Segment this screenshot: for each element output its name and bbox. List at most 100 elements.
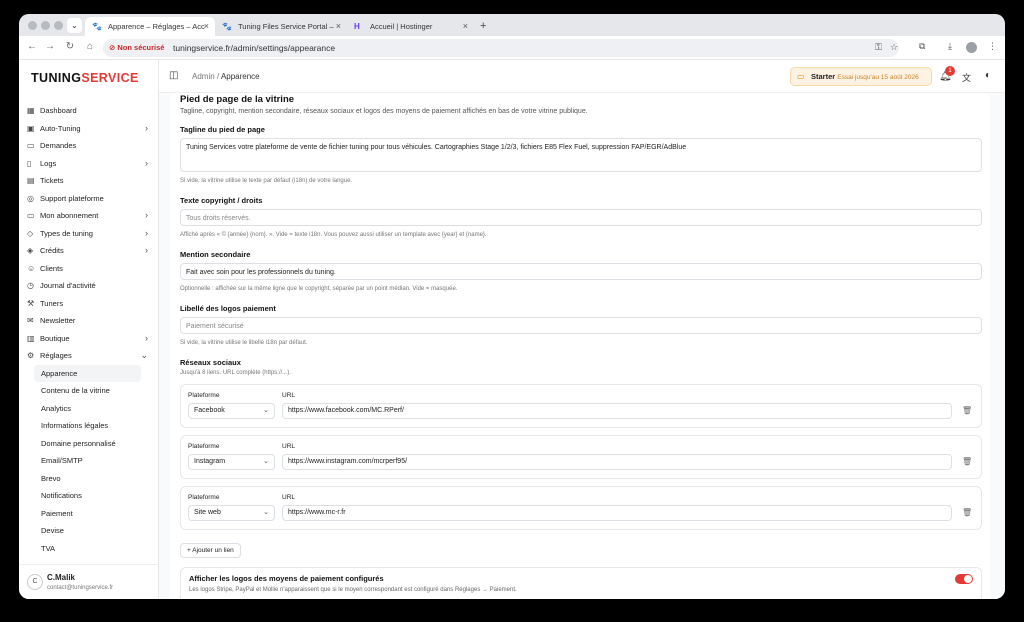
sidebar-item-clients[interactable]: ☺ Clients xyxy=(19,260,159,278)
social-label: Réseaux sociaux xyxy=(180,358,241,367)
key-icon[interactable]: ⚿ xyxy=(875,42,882,53)
close-tab-icon[interactable]: × xyxy=(336,17,341,36)
sidebar-subitem-analytics[interactable]: Analytics xyxy=(19,400,159,418)
chevron-right-icon: › xyxy=(145,210,148,220)
url-field[interactable]: ⊘ Non sécurisé tuningservice.fr/admin/se… xyxy=(103,39,899,57)
platform-column-label: Plateforme xyxy=(188,443,220,450)
paylogos-help: Si vide, la vitrine utilise le libellé i… xyxy=(180,340,308,346)
forward-icon[interactable]: → xyxy=(43,41,57,52)
add-link-button[interactable]: + Ajouter un lien xyxy=(180,543,241,558)
social-url-input[interactable]: https://www.facebook.com/MC.RPerf/ xyxy=(282,403,952,419)
chevron-down-icon: ⌄ xyxy=(140,350,148,360)
avatar: C xyxy=(27,574,43,590)
user-profile[interactable]: C C.Malik contact@tuningservice.fr xyxy=(19,564,159,599)
payment-logos-toggle-row: Afficher les logos des moyens de paiemen… xyxy=(180,567,982,599)
trash-icon[interactable]: 🗑︎ xyxy=(962,406,972,415)
brand-logo[interactable]: TUNINGSERVICE xyxy=(31,71,139,85)
lifebuoy-icon: ◎ xyxy=(27,193,34,203)
browser-tab-hostinger[interactable]: H Accueil | Hostinger × xyxy=(347,17,474,36)
download-icon[interactable]: ⤓ xyxy=(948,41,952,52)
platform-select[interactable]: Instagram ⌄ xyxy=(188,454,275,470)
sidebar-item-demandes[interactable]: ▭ Demandes xyxy=(19,137,159,155)
wrench-icon: ⚒ xyxy=(27,298,35,308)
window-minimize-dot[interactable] xyxy=(41,21,50,30)
platform-value: Facebook xyxy=(194,407,225,414)
copyright-input[interactable]: Tous droits réservés. xyxy=(180,209,982,226)
browser-tab-apparence[interactable]: 🐾 Apparence – Réglages – Acc × xyxy=(85,17,215,36)
copyright-help: Affiché après « © {année} {nom}. ». Vide… xyxy=(180,232,487,238)
sidebar-subitem-informations-legales[interactable]: Informations légales xyxy=(19,417,159,435)
paylogos-input[interactable]: Paiement sécurisé xyxy=(180,317,982,334)
sidebar-item-label: Clients xyxy=(40,263,63,273)
sidebar-item-reglages[interactable]: ⚙ Réglages ⌄ xyxy=(19,347,159,365)
sidebar: TUNINGSERVICE ▦ Dashboard ▣ Auto-Tuning › ▭… xyxy=(19,60,159,599)
not-secure-badge[interactable]: ⊘ Non sécurisé xyxy=(109,42,164,54)
back-icon[interactable]: ← xyxy=(25,41,39,52)
new-tab-button[interactable]: + xyxy=(480,17,486,36)
trash-icon[interactable]: 🗑︎ xyxy=(962,457,972,466)
sidebar-subitem-domaine[interactable]: Domaine personnalisé xyxy=(19,435,159,453)
chevron-right-icon: › xyxy=(145,332,148,343)
sidebar-item-types-tuning[interactable]: ◇ Types de tuning › xyxy=(19,225,159,243)
social-url-input[interactable]: https://www.instagram.com/mcrperf95/ xyxy=(282,454,952,470)
inbox-icon: ▭ xyxy=(27,141,35,150)
payment-logos-toggle[interactable] xyxy=(955,574,973,584)
sidebar-item-journal[interactable]: ◷ Journal d'activité xyxy=(19,277,159,295)
tab-search-dropdown[interactable]: ⌄ xyxy=(67,18,82,33)
platform-column-label: Plateforme xyxy=(188,392,220,399)
copyright-label: Texte copyright / droits xyxy=(180,196,263,205)
coins-icon: ◈ xyxy=(27,246,34,255)
tagline-textarea[interactable]: Tuning Services votre plateforme de vent… xyxy=(180,138,982,172)
reload-icon[interactable]: ↻ xyxy=(63,41,77,52)
profile-avatar[interactable] xyxy=(966,42,977,53)
plan-badge[interactable]: ▭ Starter Essai jusqu'au 15 août 2026 xyxy=(790,67,932,86)
home-icon[interactable]: ⌂ xyxy=(83,41,97,52)
sidebar-item-boutique[interactable]: ▥ Boutique › xyxy=(19,330,159,348)
theme-toggle-icon[interactable]: ◐ xyxy=(985,70,991,81)
sidebar-item-auto-tuning[interactable]: ▣ Auto-Tuning › xyxy=(19,120,159,138)
sidebar-subitem-brevo[interactable]: Brevo xyxy=(19,470,159,488)
hostinger-icon: H xyxy=(354,22,360,31)
secondary-input[interactable]: Fait avec soin pour les professionnels d… xyxy=(180,263,982,280)
close-tab-icon[interactable]: × xyxy=(204,17,209,36)
platform-select[interactable]: Facebook ⌄ xyxy=(188,403,275,419)
bookmark-star-icon[interactable]: ☆ xyxy=(890,42,898,53)
trash-icon[interactable]: 🗑︎ xyxy=(962,508,972,517)
sidebar-item-abonnement[interactable]: ▭ Mon abonnement › xyxy=(19,207,159,225)
window-close-dot[interactable] xyxy=(28,21,37,30)
sidebar-item-support[interactable]: ◎ Support plateforme xyxy=(19,190,159,208)
sidebar-item-tickets[interactable]: ▤ Tickets xyxy=(19,172,159,190)
translate-icon[interactable]: 文 xyxy=(962,71,971,84)
sidebar-item-label: Informations légales xyxy=(41,421,109,430)
grid-icon: ▦ xyxy=(27,106,35,115)
tab-title: Apparence – Réglages – Acc xyxy=(108,22,205,31)
sidebar-item-dashboard[interactable]: ▦ Dashboard xyxy=(19,102,159,120)
sidebar-subitem-notifications[interactable]: Notifications xyxy=(19,487,159,505)
sidebar-subitem-email-smtp[interactable]: Email/SMTP xyxy=(19,452,159,470)
sidebar-item-label: Domaine personnalisé xyxy=(41,438,116,448)
notification-badge: 1 xyxy=(945,66,955,76)
social-url-input[interactable]: https://www.mc-r.fr xyxy=(282,505,952,521)
sidebar-subitem-paiement[interactable]: Paiement xyxy=(19,505,159,523)
platform-select[interactable]: Site web ⌄ xyxy=(188,505,275,521)
users-icon: ☺ xyxy=(27,263,36,273)
sidebar-item-label: Mon abonnement xyxy=(40,211,99,220)
window-maximize-dot[interactable] xyxy=(54,21,63,30)
card-icon: ▭ xyxy=(27,211,35,220)
close-tab-icon[interactable]: × xyxy=(463,17,468,36)
sidebar-item-tuners[interactable]: ⚒ Tuners xyxy=(19,295,159,313)
sidebar-subitem-devise[interactable]: Devise xyxy=(19,522,159,540)
sidebar-item-label: Apparence xyxy=(41,368,78,378)
sidebar-item-logs[interactable]: ▯ Logs › xyxy=(19,155,159,173)
sidebar-subitem-contenu-vitrine[interactable]: Contenu de la vitrine xyxy=(19,382,159,400)
sidebar-subitem-apparence[interactable]: Apparence xyxy=(34,364,141,382)
sidebar-item-newsletter[interactable]: ✉ Newsletter xyxy=(19,312,159,330)
sidebar-subitem-tva[interactable]: TVA xyxy=(19,540,159,558)
menu-kebab-icon[interactable]: ⋮ xyxy=(988,41,997,52)
user-email: contact@tuningservice.fr xyxy=(47,585,114,591)
breadcrumb-admin[interactable]: Admin xyxy=(192,72,215,81)
extensions-icon[interactable]: ⧉ xyxy=(919,41,925,52)
sidebar-item-credits[interactable]: ◈ Crédits › xyxy=(19,242,159,260)
browser-tab-portal[interactable]: 🐾 Tuning Files Service Portal – × xyxy=(215,17,347,36)
sidebar-toggle-icon[interactable]: ◫ xyxy=(169,70,178,81)
